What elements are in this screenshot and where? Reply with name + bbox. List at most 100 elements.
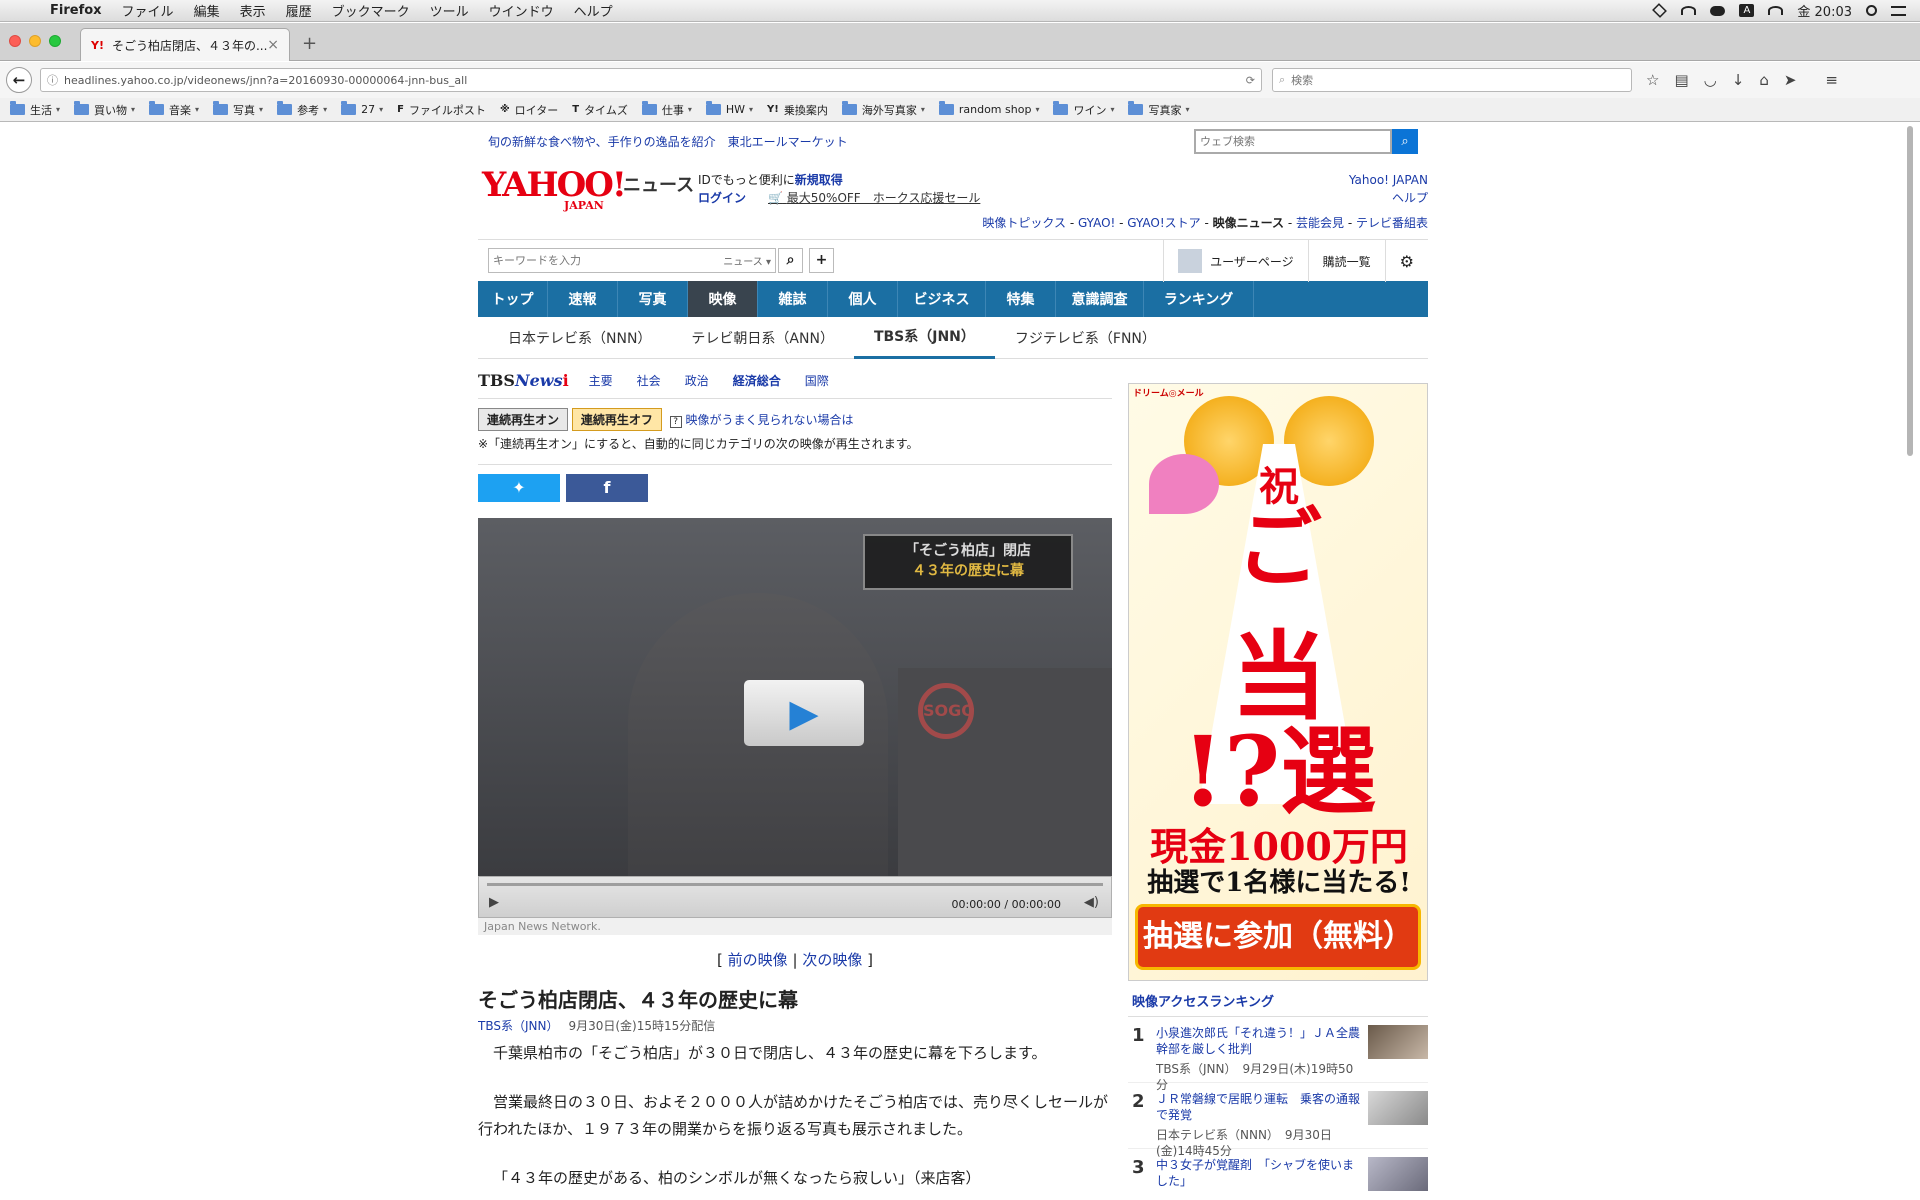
bookmark-item[interactable]: ※ ロイター — [500, 102, 558, 118]
menu-file[interactable]: ファイル — [112, 1, 184, 20]
wifi-icon[interactable] — [1768, 6, 1784, 15]
back-button[interactable]: ← — [6, 67, 32, 93]
url-text[interactable]: headlines.yahoo.co.jp/videonews/jnn?a=20… — [64, 74, 1246, 87]
sale-link[interactable]: 🛒 最大50%OFF ホークス応援セール — [768, 189, 980, 206]
ranking-item[interactable]: 1 小泉進次郎氏「それ違う！」ＪＡ全農幹部を厳しく批判 TBS系（JNN） 9月… — [1128, 1017, 1428, 1092]
bookmark-item[interactable]: 写真 ▾ — [213, 101, 263, 118]
input-source-icon[interactable]: A — [1739, 4, 1755, 17]
page-info-icon[interactable]: ⓘ — [47, 72, 58, 88]
tab-jnn[interactable]: TBS系（JNN） — [853, 317, 995, 359]
ranking-item[interactable]: 3 中３女子が覚醒剤 「シャブを使いました」 — [1128, 1149, 1428, 1200]
nav-individual[interactable]: 個人 — [828, 281, 898, 317]
url-bar[interactable]: ⓘ headlines.yahoo.co.jp/videonews/jnn?a=… — [40, 68, 1262, 92]
ranking-title[interactable]: 映像アクセスランキング — [1128, 991, 1428, 1017]
bookmark-item[interactable]: 海外写真家 ▾ — [841, 101, 925, 118]
bookmark-item[interactable]: random shop ▾ — [938, 101, 1039, 116]
bookmark-item[interactable]: 写真家 ▾ — [1128, 101, 1189, 118]
tbs-cat-society[interactable]: 社会 — [637, 372, 661, 389]
notification-center-icon[interactable] — [1891, 5, 1906, 16]
autoplay-off-button[interactable]: 連続再生オフ — [571, 408, 662, 431]
volume-icon[interactable]: ◀) — [1084, 895, 1099, 910]
tbs-news-logo[interactable]: TBSNewsi — [478, 371, 569, 390]
add-button[interactable]: + — [809, 248, 834, 273]
play-pause-button[interactable]: ▶ — [489, 895, 499, 910]
tbs-cat-politics[interactable]: 政治 — [685, 372, 709, 389]
rank-title-link[interactable]: 中３女子が覚醒剤 「シャブを使いました」 — [1156, 1158, 1354, 1188]
app-menu[interactable]: Firefox — [40, 3, 112, 18]
window-minimize-button[interactable] — [29, 35, 41, 47]
promo-link[interactable]: 旬の新鮮な食べ物や、手作りの逸品を紹介 東北エールマーケット — [488, 133, 848, 150]
bookmark-item[interactable]: HW ▾ — [705, 101, 753, 116]
bookmark-item[interactable]: 仕事 ▾ — [641, 101, 692, 118]
service-link-video-topics[interactable]: 映像トピックス — [982, 216, 1066, 230]
rank-title-link[interactable]: 小泉進次郎氏「それ違う！」ＪＡ全農幹部を厳しく批判 — [1156, 1026, 1360, 1056]
autoplay-on-button[interactable]: 連続再生オン — [478, 408, 569, 431]
settings-gear-icon[interactable]: ⚙ — [1384, 240, 1428, 282]
help-link[interactable]: ヘルプ — [1392, 191, 1428, 205]
dropbox-icon[interactable] — [1652, 3, 1668, 18]
ad-cta-button[interactable]: 抽選に参加（無料） — [1135, 904, 1421, 970]
send-icon[interactable]: ➤ — [1784, 71, 1797, 89]
home-icon[interactable]: ⌂ — [1759, 71, 1769, 89]
twitter-share-button[interactable]: ✦ — [478, 474, 560, 502]
pocket-icon[interactable]: ◡ — [1704, 71, 1717, 89]
article-source-link[interactable]: TBS系（JNN） — [478, 1019, 558, 1033]
menu-help[interactable]: ヘルプ — [564, 1, 623, 20]
nav-video[interactable]: 映像 — [688, 281, 758, 317]
web-search-input[interactable] — [1194, 128, 1392, 154]
bookmark-item[interactable]: 参考 ▾ — [277, 101, 327, 118]
nav-top[interactable]: トップ — [478, 281, 548, 317]
search-category-select[interactable]: ニュース ▾ — [723, 253, 771, 268]
bookmark-item[interactable]: 買い物 ▾ — [74, 101, 135, 118]
menu-window[interactable]: ウインドウ — [479, 1, 564, 20]
service-link-tv-guide[interactable]: テレビ番組表 — [1356, 216, 1428, 230]
service-link-video-news[interactable]: 映像ニュース — [1213, 216, 1284, 230]
register-link[interactable]: 新規取得 — [795, 173, 843, 187]
login-link[interactable]: ログイン — [698, 191, 746, 205]
tbs-cat-economy[interactable]: 経済総合 — [733, 372, 781, 389]
menu-edit[interactable]: 編集 — [184, 1, 230, 20]
menu-history[interactable]: 履歴 — [276, 1, 322, 20]
service-link-press[interactable]: 芸能会見 — [1296, 216, 1344, 230]
rank-thumbnail[interactable] — [1368, 1091, 1428, 1125]
browser-search-input[interactable] — [1291, 73, 1592, 87]
bookmark-item[interactable]: ワイン ▾ — [1053, 101, 1114, 118]
rank-thumbnail[interactable] — [1368, 1025, 1428, 1059]
nav-business[interactable]: ビジネス — [898, 281, 986, 317]
bookmark-item[interactable]: 生活 ▾ — [10, 101, 60, 118]
nav-photo[interactable]: 写真 — [618, 281, 688, 317]
video-player[interactable]: SOGO 「そごう柏店」閉店 ４３年の歴史に幕 ▶ — [478, 518, 1112, 876]
clock[interactable]: 金 20:03 — [1797, 1, 1852, 20]
window-close-button[interactable] — [9, 35, 21, 47]
facebook-share-button[interactable]: f — [566, 474, 648, 502]
scrollbar-thumb[interactable] — [1907, 126, 1913, 456]
reading-list-icon[interactable]: ▤ — [1674, 71, 1688, 89]
yahoo-japan-link[interactable]: Yahoo! JAPAN — [1349, 173, 1428, 187]
cloud-icon[interactable] — [1710, 5, 1726, 16]
tab-fnn[interactable]: フジテレビ系（FNN） — [995, 317, 1176, 359]
news-service-name[interactable]: ニュース — [623, 171, 694, 197]
rank-thumbnail[interactable] — [1368, 1157, 1428, 1191]
web-search-button[interactable]: ⌕ — [1392, 128, 1418, 154]
video-help-link[interactable]: 映像がうまく見られない場合は — [686, 413, 854, 427]
tab-ann[interactable]: テレビ朝日系（ANN） — [671, 317, 854, 359]
keyword-input[interactable] — [493, 254, 724, 267]
bookmark-item[interactable]: 27 ▾ — [341, 101, 383, 116]
nav-magazine[interactable]: 雑誌 — [758, 281, 828, 317]
subscriptions-link[interactable]: 購読一覧 — [1307, 240, 1385, 282]
service-link-gyao-store[interactable]: GYAO!ストア — [1127, 216, 1200, 230]
nav-ranking[interactable]: ランキング — [1144, 281, 1254, 317]
bookmark-item[interactable]: F ファイルポスト — [397, 102, 486, 118]
tab-close-icon[interactable]: × — [267, 37, 279, 53]
menu-tools[interactable]: ツール — [420, 1, 479, 20]
wifi-status-icon[interactable] — [1681, 6, 1697, 15]
next-video-link[interactable]: 次の映像 — [802, 951, 862, 969]
rank-title-link[interactable]: ＪＲ常磐線で居眠り運転 乗客の通報で発覚 — [1156, 1092, 1360, 1122]
user-page-link[interactable]: ユーザーページ — [1163, 240, 1308, 282]
new-tab-button[interactable]: + — [302, 33, 317, 54]
bookmark-item[interactable]: Y! 乗換案内 — [767, 102, 828, 118]
tbs-cat-international[interactable]: 国際 — [805, 372, 829, 389]
nav-feature[interactable]: 特集 — [986, 281, 1056, 317]
browser-tab[interactable]: Y! そごう柏店閉店、４３年の... × — [80, 28, 290, 61]
menu-view[interactable]: 表示 — [230, 1, 276, 20]
